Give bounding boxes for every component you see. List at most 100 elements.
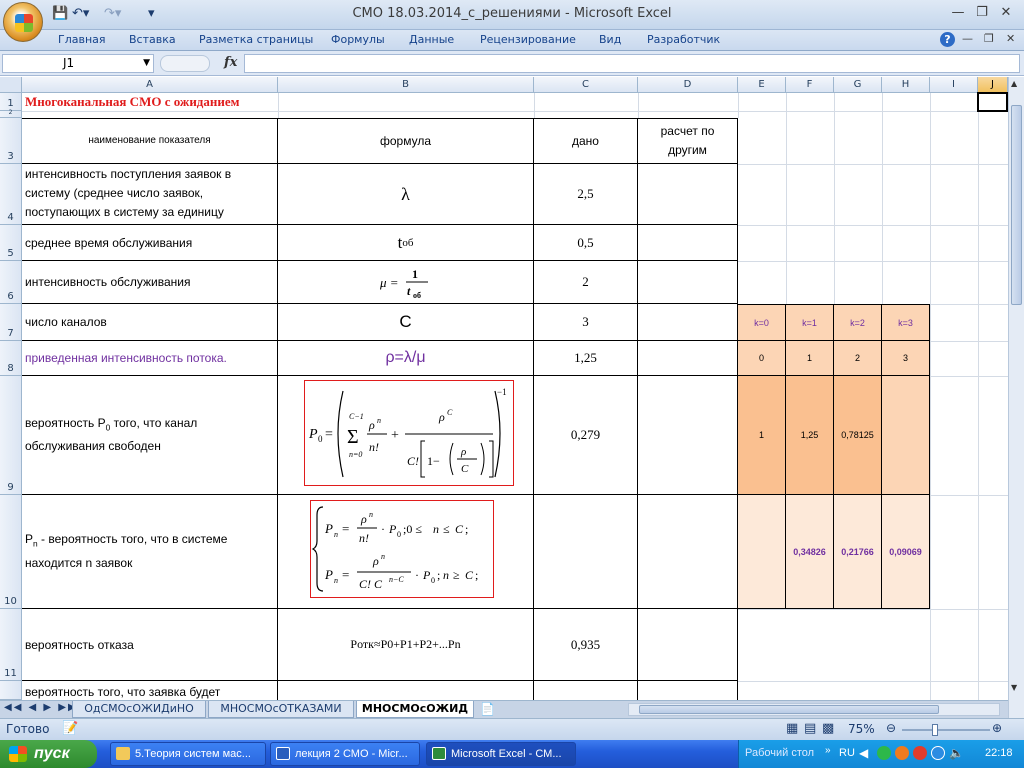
tray-app-icon[interactable] [931, 746, 945, 760]
sheet-tab-3[interactable]: МНОСМОсОЖИД [356, 701, 474, 718]
selected-cell-j1[interactable] [977, 92, 1008, 112]
ribbon-close-icon[interactable]: ✕ [1006, 32, 1015, 45]
zoom-slider-thumb[interactable] [932, 724, 938, 736]
cell-d9[interactable] [638, 376, 738, 495]
header-name[interactable]: наименование показателя [22, 118, 278, 164]
column-header-j[interactable]: J [978, 77, 1008, 93]
taskbar-item-folder[interactable]: 5.Теория систем мас... [110, 742, 266, 766]
cell-a11[interactable]: вероятность отказа [22, 609, 278, 681]
start-button[interactable]: пуск [0, 740, 97, 768]
tab-view[interactable]: Вид [599, 33, 621, 46]
formula-input[interactable] [244, 54, 1020, 73]
select-all-corner[interactable] [0, 77, 22, 93]
cell-h9[interactable] [882, 376, 930, 495]
sheet-nav-icons[interactable]: ◀◀ ◀ ▶ ▶▶ [4, 702, 78, 713]
cell-a7[interactable]: число каналов [22, 304, 278, 341]
cell-b4[interactable]: λ [278, 164, 534, 225]
cell-d11[interactable] [638, 609, 738, 681]
close-icon[interactable]: ✕ [994, 4, 1018, 22]
cell-g7[interactable]: k=2 [834, 304, 882, 341]
column-header-a[interactable]: A [22, 77, 278, 93]
cell-d6[interactable] [638, 261, 738, 304]
column-header-e[interactable]: E [738, 77, 786, 93]
cell-c5[interactable]: 0,5 [534, 225, 638, 261]
normal-view-icon[interactable]: ▦ [786, 721, 798, 736]
tray-arrow-icon[interactable]: ◀ [859, 746, 868, 760]
header-formula[interactable]: формула [278, 118, 534, 164]
cell-b12[interactable] [278, 681, 534, 700]
zoom-out-icon[interactable]: ⊖ [886, 721, 896, 735]
vertical-scrollbar[interactable]: ▲ ▼ [1008, 77, 1024, 718]
minimize-icon[interactable]: — [946, 4, 970, 22]
tray-speaker-icon[interactable]: 🔈 [949, 746, 964, 760]
cell-h8[interactable]: 3 [882, 341, 930, 376]
cell-g10[interactable]: 0,21766 [834, 495, 882, 609]
header-given[interactable]: дано [534, 118, 638, 164]
tray-security-icon[interactable] [895, 746, 909, 760]
cell-d8[interactable] [638, 341, 738, 376]
insert-function-icon[interactable]: fx [224, 55, 237, 70]
sheet-tab-1[interactable]: ОдСМОсОЖИДиНО [72, 701, 206, 718]
cell-f10[interactable]: 0,34826 [786, 495, 834, 609]
cell-c9[interactable]: 0,279 [534, 376, 638, 495]
chevron-right-icon[interactable]: » [825, 745, 831, 756]
cell-c4[interactable]: 2,5 [534, 164, 638, 225]
tab-page-layout[interactable]: Разметка страницы [199, 33, 313, 46]
tab-home[interactable]: Главная [58, 33, 106, 46]
cell-c10[interactable] [534, 495, 638, 609]
chevron-down-icon[interactable]: ▼ [143, 55, 150, 72]
column-header-h[interactable]: H [882, 77, 930, 93]
cell-c6[interactable]: 2 [534, 261, 638, 304]
tab-review[interactable]: Рецензирование [480, 33, 576, 46]
row-header-6[interactable]: 6 [0, 261, 22, 304]
cell-a12[interactable]: вероятность того, что заявка будет [22, 681, 278, 700]
row-header-10[interactable]: 10 [0, 495, 22, 609]
cell-a6[interactable]: интенсивность обслуживания [22, 261, 278, 304]
cell-a4[interactable]: интенсивность поступления заявок в систе… [22, 164, 278, 225]
insert-sheet-icon[interactable]: 📄 [480, 702, 495, 716]
row-header-4[interactable]: 4 [0, 164, 22, 225]
tab-formulas[interactable]: Формулы [331, 33, 385, 46]
cell-e8[interactable]: 0 [738, 341, 786, 376]
tab-data[interactable]: Данные [409, 33, 454, 46]
page-break-view-icon[interactable]: ▩ [822, 721, 834, 736]
row-header-5[interactable]: 5 [0, 225, 22, 261]
scrollbar-thumb[interactable] [1011, 105, 1022, 305]
cell-a5[interactable]: среднее время обслуживания [22, 225, 278, 261]
column-header-d[interactable]: D [638, 77, 738, 93]
office-button[interactable] [3, 2, 43, 42]
cell-f7[interactable]: k=1 [786, 304, 834, 341]
name-box[interactable]: J1 ▼ [2, 54, 154, 73]
taskbar-item-word[interactable]: лекция 2 СМО - Micr... [270, 742, 420, 766]
desktop-toolbar[interactable]: Рабочий стол [745, 747, 814, 759]
cell-d10[interactable] [638, 495, 738, 609]
cell-c7[interactable]: 3 [534, 304, 638, 341]
cell-h7[interactable]: k=3 [882, 304, 930, 341]
ribbon-restore-icon[interactable]: ❐ [984, 32, 994, 45]
cell-d5[interactable] [638, 225, 738, 261]
tab-developer[interactable]: Разработчик [647, 33, 720, 46]
cell-f8[interactable]: 1 [786, 341, 834, 376]
cell-d7[interactable] [638, 304, 738, 341]
language-indicator[interactable]: RU [839, 747, 855, 759]
column-header-b[interactable]: B [278, 77, 534, 93]
row-header-9[interactable]: 9 [0, 376, 22, 495]
tray-antivirus-icon[interactable] [913, 746, 927, 760]
zoom-level[interactable]: 75% [848, 722, 875, 736]
header-calc[interactable]: расчет по другим [638, 118, 738, 164]
cell-b11[interactable]: Pотк≈P0+P1+P2+...Pn [278, 609, 534, 681]
cell-g8[interactable]: 2 [834, 341, 882, 376]
page-layout-view-icon[interactable]: ▤ [804, 721, 816, 736]
hscroll-thumb[interactable] [639, 705, 939, 714]
worksheet-grid[interactable]: A B C D E F G H I J 1 2 3 4 5 6 7 8 9 10… [0, 77, 1008, 700]
formula-bar-handle[interactable] [160, 55, 210, 72]
taskbar-item-excel[interactable]: Microsoft Excel - СМ... [426, 742, 576, 766]
row-header-7[interactable]: 7 [0, 304, 22, 341]
horizontal-scrollbar[interactable] [628, 703, 1000, 716]
cell-d12[interactable] [638, 681, 738, 700]
cell-c12[interactable] [534, 681, 638, 700]
row-header-2[interactable]: 2 [0, 109, 22, 118]
cell-e7[interactable]: k=0 [738, 304, 786, 341]
row-header-3[interactable]: 3 [0, 118, 22, 164]
scroll-down-icon[interactable]: ▼ [1011, 683, 1017, 692]
